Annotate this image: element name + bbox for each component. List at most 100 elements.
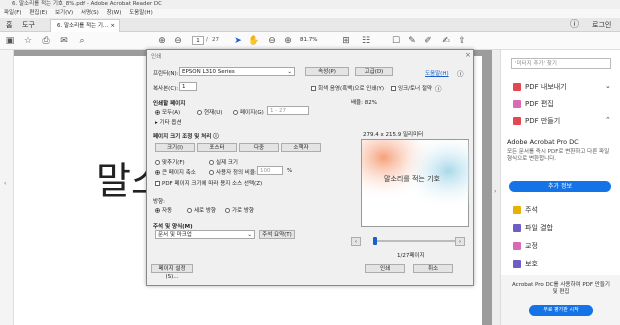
prev-preview-button[interactable]: ‹ [351, 237, 361, 246]
multiple-button[interactable]: 다중 [239, 143, 279, 152]
sign-icon[interactable]: ✍ [440, 35, 452, 47]
comment-icon[interactable]: ☐ [390, 35, 402, 47]
menu-view[interactable]: 보기(V) [55, 10, 73, 16]
portrait-radio[interactable]: 세로 방향 [187, 206, 216, 214]
save-icon[interactable]: ▣ [4, 35, 16, 47]
comment-item[interactable]: 주석 [513, 205, 538, 215]
menu-file[interactable]: 파일(F) [4, 10, 22, 16]
redact-item[interactable]: 교정 [513, 241, 538, 251]
printer-label: 프린터(N): [153, 71, 179, 77]
prev-page-icon[interactable]: ⊕ [156, 35, 168, 47]
menu-window[interactable]: 창(W) [107, 10, 122, 16]
comments-title: 주석 및 양식(M) [153, 224, 193, 230]
scroll-mode-icon[interactable]: ☷ [360, 35, 372, 47]
menu-sign[interactable]: 서명(S) [81, 10, 99, 16]
preview-slider-track[interactable] [373, 240, 457, 242]
fit-page-icon[interactable]: ⊞ [340, 35, 352, 47]
edit-pdf-icon [513, 100, 521, 108]
auto-orientation-label: 자동 [162, 208, 173, 214]
pen-icon[interactable]: ✎ [406, 35, 418, 47]
auto-orientation-radio[interactable]: 자동 [155, 206, 172, 214]
email-icon[interactable]: ✉ [58, 35, 70, 47]
custom-scale-label: 사용자 정의 비율: [216, 170, 257, 176]
protect-item[interactable]: 보호 [513, 259, 538, 269]
tab-document[interactable]: 6. 말소리를 적는 기... × [50, 19, 120, 32]
fit-radio[interactable]: 맞추기(F) [155, 158, 185, 166]
page-setup-button[interactable]: 페이지 설정(S)... [151, 264, 193, 280]
paper-source-label: PDF 페이지 크기에 따라 용지 소스 선택(Z) [162, 181, 263, 187]
menu-help[interactable]: 도움말(H) [129, 10, 153, 16]
tools-search-input[interactable]: '미터지 추가' 찾기 [511, 58, 611, 69]
booklet-button[interactable]: 소책자 [281, 143, 321, 152]
vertical-scrollbar[interactable]: › [492, 50, 500, 325]
shrink-radio[interactable]: 큰 페이지 축소 [155, 168, 196, 176]
next-page-icon[interactable]: ⊖ [172, 35, 184, 47]
share-icon[interactable]: ⇪ [456, 35, 468, 47]
save-ink-info-icon[interactable]: ⓘ [435, 83, 442, 93]
print-dialog: 인쇄 × 프린터(N): EPSON L310 Series ⌄ 속성(P) 고… [146, 49, 474, 286]
next-preview-button[interactable]: › [455, 237, 465, 246]
hand-icon[interactable]: ✋ [248, 35, 260, 47]
actual-size-radio[interactable]: 실제 크기 [209, 158, 238, 166]
export-pdf-item[interactable]: PDF 내보내기 ⌄ [513, 82, 611, 92]
comments-select[interactable]: 문서 및 마크업 ⌄ [155, 230, 255, 239]
preview-title: 말소리를 적는 기호 [384, 175, 440, 183]
more-options-toggle[interactable]: ▸ 기타 옵션 [155, 118, 182, 126]
tab-tools[interactable]: 도구 [22, 18, 35, 32]
size-button[interactable]: 크기(I) [155, 143, 195, 152]
help-info-icon[interactable]: ⓘ [457, 68, 464, 78]
edit-pdf-item[interactable]: PDF 편집 [513, 99, 554, 109]
grayscale-checkbox[interactable]: 회색 음영(흑백)으로 인쇄(Y) [311, 84, 384, 92]
copies-input[interactable]: 1 [179, 82, 197, 91]
bookmark-icon[interactable]: ☆ [22, 35, 34, 47]
page-number-input[interactable]: 1 [192, 36, 204, 45]
close-icon[interactable]: × [465, 51, 471, 59]
collapse-right-icon[interactable]: › [494, 188, 496, 195]
properties-button[interactable]: 속성(P) [305, 67, 349, 76]
page-range-input[interactable]: 1 - 27 [267, 106, 309, 115]
menu-edit[interactable]: 편집(E) [29, 10, 47, 16]
login-link[interactable]: 로그인 [592, 18, 611, 32]
highlight-icon[interactable]: ✐ [422, 35, 434, 47]
chevron-down-icon: ⌄ [605, 82, 611, 90]
radio-icon [233, 110, 238, 115]
cancel-button[interactable]: 취소 [413, 264, 453, 273]
search-icon[interactable]: ⌕ [76, 35, 88, 47]
grayscale-label: 회색 음영(흑백)으로 인쇄(Y) [318, 86, 385, 92]
print-icon[interactable]: ⎙ [40, 35, 52, 47]
summarize-comments-button[interactable]: 주석 요약(T) [259, 230, 295, 239]
radio-selected-icon [155, 208, 160, 213]
page-range-radio[interactable]: 페이지(G) [233, 108, 264, 116]
left-panel: ‹ [0, 50, 14, 325]
help-link[interactable]: 도움말(H) [425, 69, 449, 77]
zoom-in-icon[interactable]: ⊕ [282, 35, 294, 47]
create-pdf-item[interactable]: PDF 만들기 ⌃ [513, 116, 611, 126]
poster-button[interactable]: 포스터 [197, 143, 237, 152]
select-cursor-icon[interactable]: ➤ [232, 35, 244, 47]
save-ink-checkbox[interactable]: 잉크/토너 절약 [391, 84, 432, 92]
learn-more-button[interactable]: 추가 정보 [509, 181, 611, 192]
landscape-radio[interactable]: 가로 방향 [225, 206, 254, 214]
create-pdf-icon [513, 117, 521, 125]
tab-home[interactable]: 홈 [6, 18, 12, 32]
paper-source-checkbox[interactable]: PDF 페이지 크기에 따라 용지 소스 선택(Z) [155, 179, 262, 187]
close-icon[interactable]: × [110, 20, 115, 32]
printer-select[interactable]: EPSON L310 Series ⌄ [179, 67, 295, 76]
combine-item[interactable]: 파일 결합 [513, 223, 553, 233]
start-trial-button[interactable]: 무료 평가판 시작 [529, 305, 593, 316]
expand-left-icon[interactable]: ‹ [4, 180, 6, 187]
promo-text: 모든 문서를 즉시 PDF로 변환하고 다른 파일 형식으로 변환합니다. [507, 149, 610, 162]
preview-slider-thumb[interactable] [373, 237, 377, 245]
page-separator: / [206, 37, 208, 43]
print-button[interactable]: 인쇄 [365, 264, 405, 273]
advanced-button[interactable]: 고급(D) [355, 67, 393, 76]
radio-icon [155, 160, 160, 165]
all-pages-radio[interactable]: 모두(A) [155, 108, 180, 116]
zoom-out-icon[interactable]: ⊖ [266, 35, 278, 47]
custom-scale-radio[interactable]: 사용자 정의 비율: [209, 168, 257, 176]
zoom-level[interactable]: 81.7% [300, 37, 317, 43]
chevron-down-icon: ⌄ [287, 69, 292, 75]
custom-scale-input[interactable]: 100 [257, 166, 283, 175]
current-page-radio[interactable]: 현재(U) [197, 108, 222, 116]
help-icon[interactable]: ⓘ [570, 18, 579, 32]
